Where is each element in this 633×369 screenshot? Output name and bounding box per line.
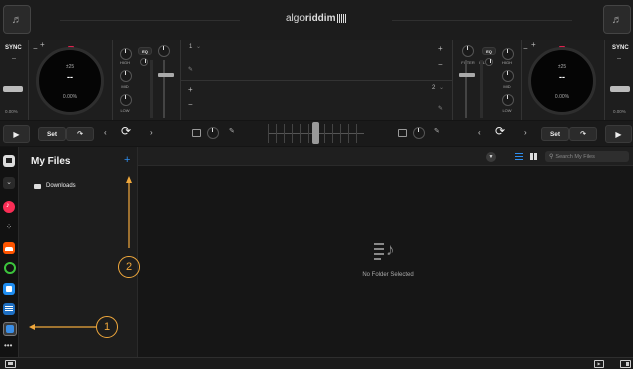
callout-badge-1: 1 xyxy=(96,316,118,338)
annotation-arrows xyxy=(29,176,132,330)
callout-number-2: 2 xyxy=(125,261,133,273)
callout-badge-2: 2 xyxy=(118,256,140,278)
callout-number-1: 1 xyxy=(103,321,111,333)
